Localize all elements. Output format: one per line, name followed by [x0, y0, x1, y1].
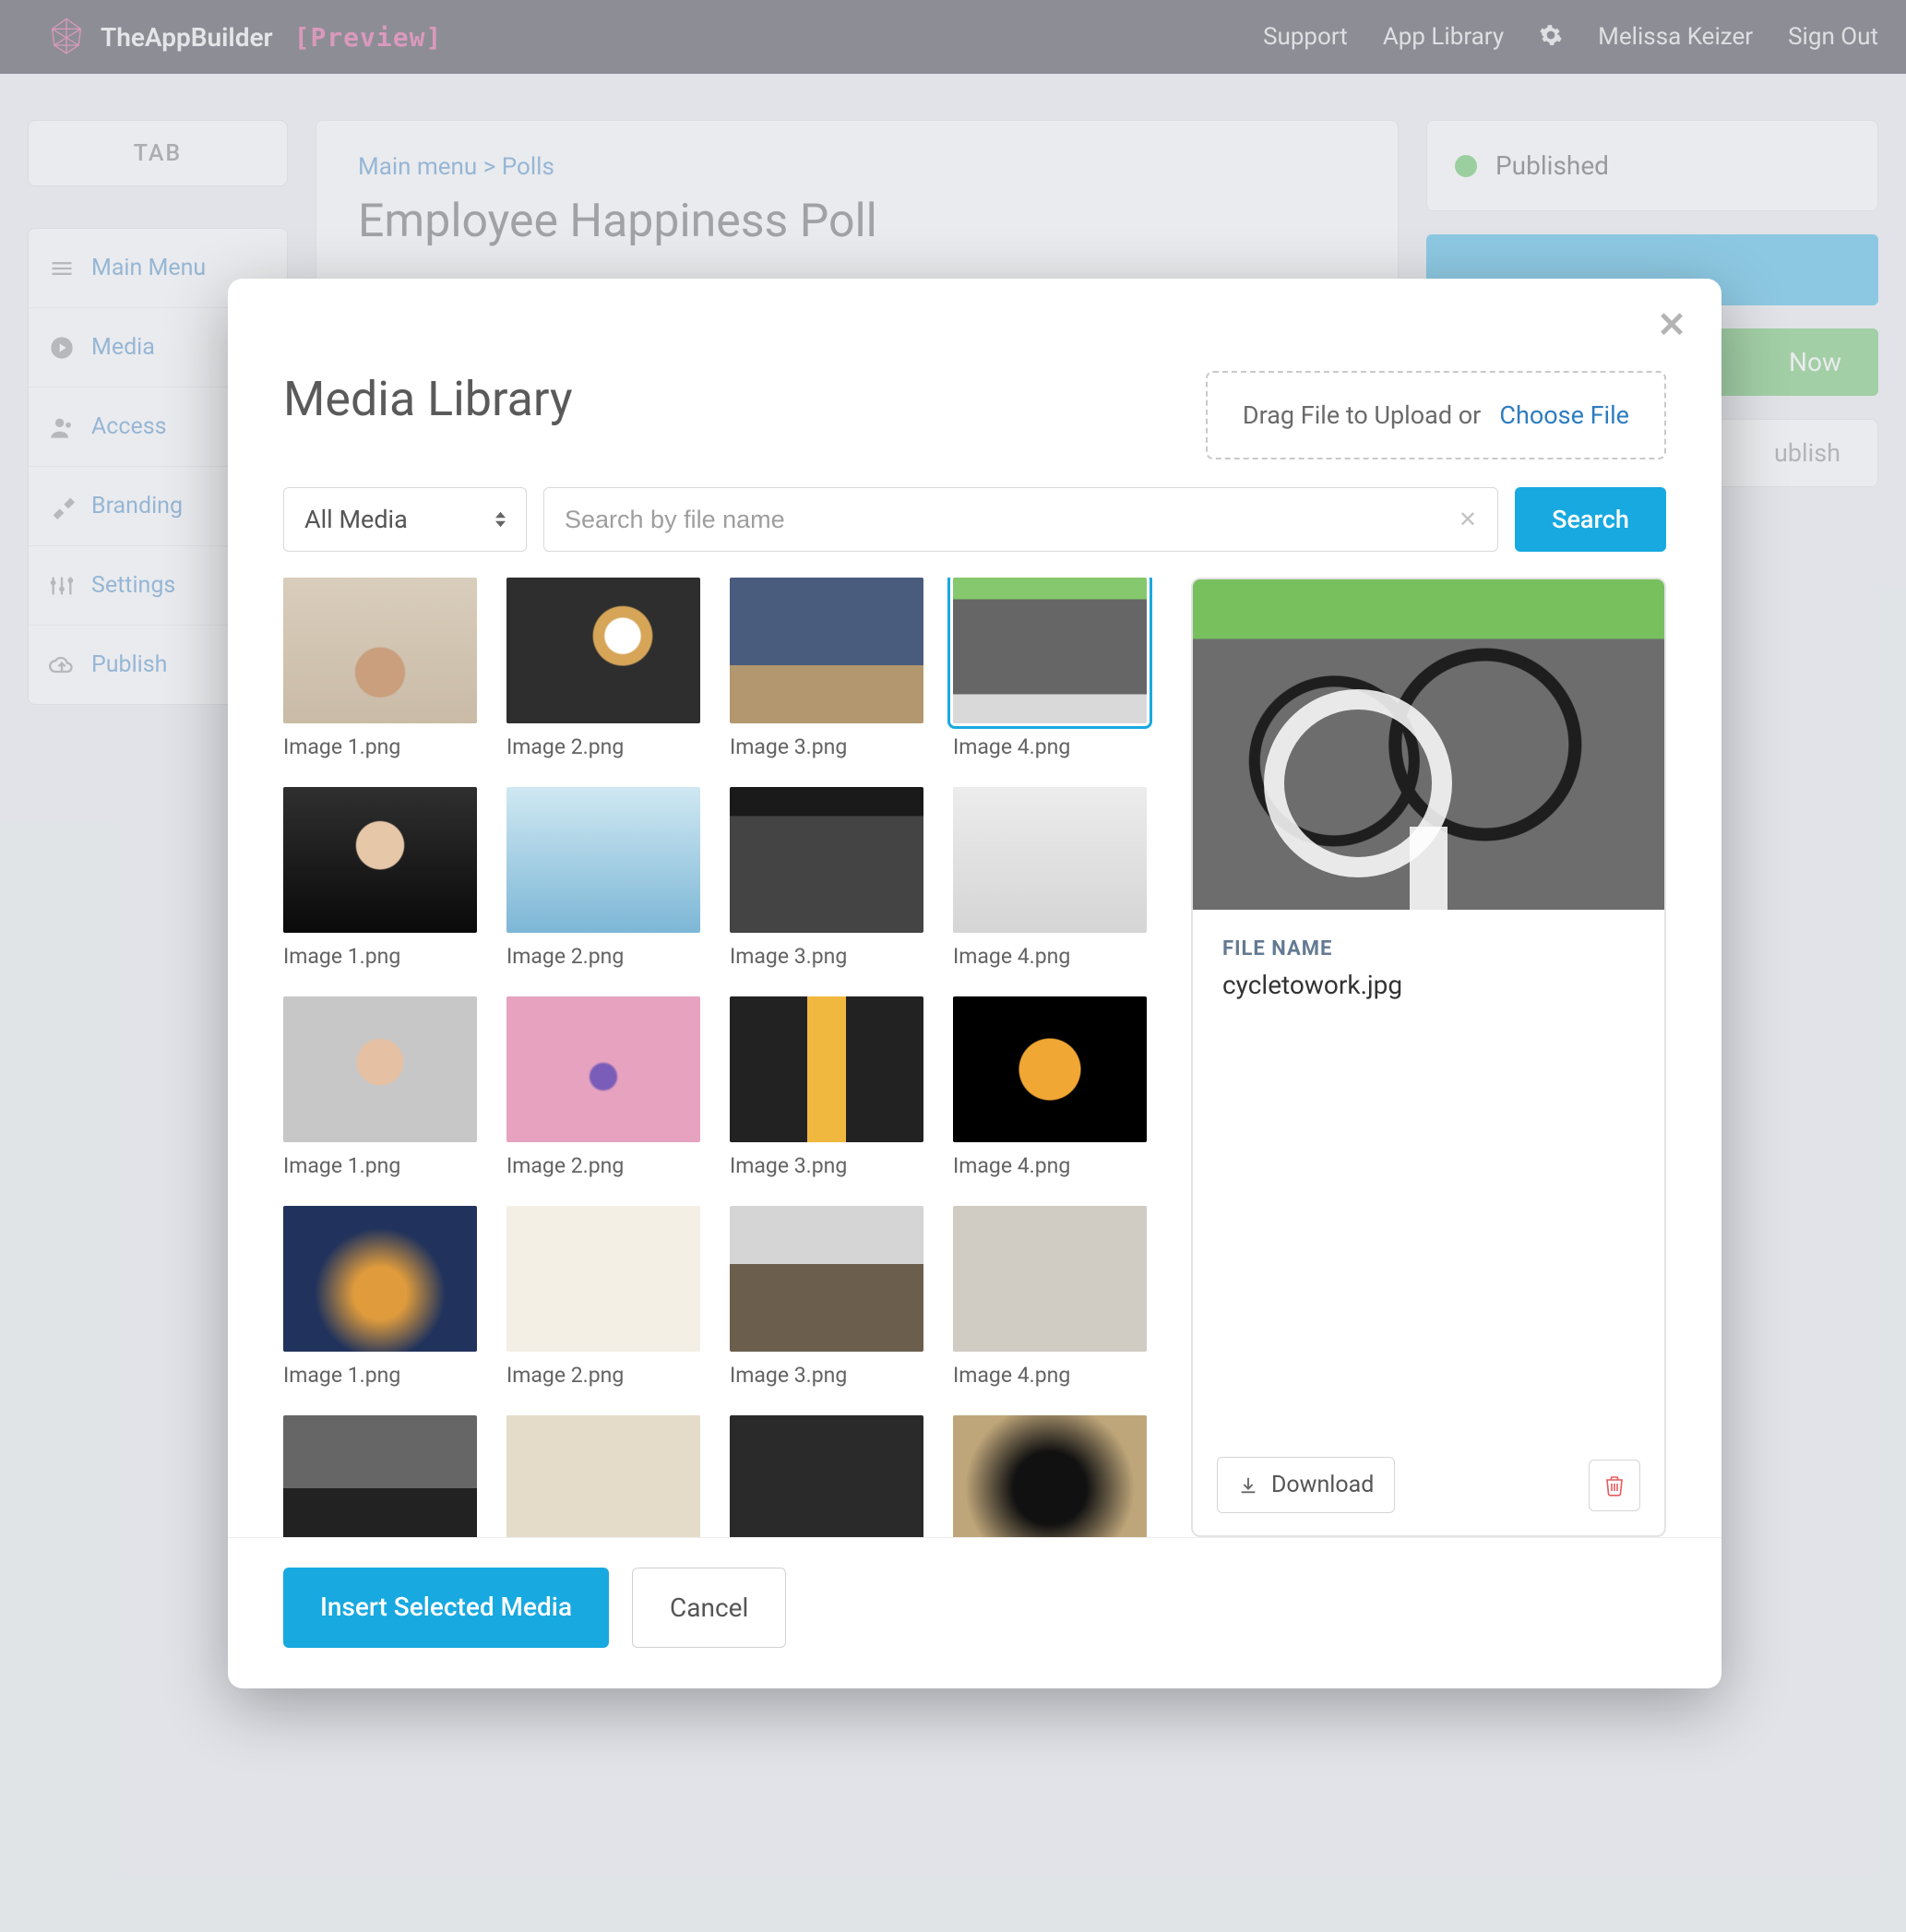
media-item[interactable]: Image 2.png — [506, 1206, 700, 1388]
media-item[interactable]: Image 3.png — [730, 787, 923, 969]
select-arrows-icon — [495, 511, 506, 528]
media-item[interactable]: Image 3.png — [730, 578, 923, 759]
media-thumbnail[interactable] — [730, 1415, 923, 1537]
media-grid: Image 1.png Image 2.png Image 3.png Image 4… — [283, 578, 1147, 1537]
media-caption: Image 4.png — [953, 1153, 1147, 1178]
media-thumbnail[interactable] — [953, 578, 1147, 723]
media-library-modal: ✕ Media Library Drag File to Upload or C… — [228, 279, 1721, 1688]
media-item[interactable] — [283, 1415, 477, 1537]
delete-button[interactable] — [1589, 1460, 1640, 1511]
media-item[interactable]: Image 2.png — [506, 996, 700, 1178]
media-item[interactable] — [953, 1415, 1147, 1537]
media-item[interactable]: Image 1.png — [283, 1206, 477, 1388]
media-thumbnail[interactable] — [506, 787, 700, 933]
media-caption: Image 1.png — [283, 1153, 477, 1178]
media-item[interactable] — [730, 1415, 923, 1537]
media-caption: Image 1.png — [283, 734, 477, 759]
media-caption: Image 3.png — [730, 1363, 923, 1388]
media-item[interactable] — [506, 1415, 700, 1537]
media-thumbnail[interactable] — [506, 1415, 700, 1537]
media-thumbnail[interactable] — [283, 578, 477, 723]
media-item[interactable]: Image 4.png — [953, 787, 1147, 969]
media-caption: Image 1.png — [283, 1363, 477, 1388]
media-caption: Image 2.png — [506, 1363, 700, 1388]
media-item[interactable]: Image 1.png — [283, 787, 477, 969]
detail-preview-image — [1193, 579, 1664, 910]
media-item[interactable]: Image 3.png — [730, 1206, 923, 1388]
media-thumbnail[interactable] — [953, 1415, 1147, 1537]
media-item[interactable]: Image 4.png — [953, 578, 1147, 759]
upload-text: Drag File to Upload or — [1243, 400, 1481, 430]
media-item[interactable]: Image 2.png — [506, 578, 700, 759]
media-caption: Image 3.png — [730, 944, 923, 969]
detail-filename: cycletowork.jpg — [1222, 970, 1635, 1000]
media-thumbnail[interactable] — [506, 1206, 700, 1352]
clear-icon[interactable]: ✕ — [1459, 507, 1477, 532]
media-item[interactable]: Image 1.png — [283, 996, 477, 1178]
cancel-button[interactable]: Cancel — [632, 1568, 786, 1648]
media-thumbnail[interactable] — [730, 578, 923, 723]
download-label: Download — [1271, 1472, 1374, 1498]
media-caption: Image 4.png — [953, 944, 1147, 969]
download-button[interactable]: Download — [1217, 1457, 1395, 1513]
media-filter-select[interactable]: All Media — [283, 487, 527, 552]
filter-selected-value: All Media — [304, 505, 408, 534]
media-item[interactable]: Image 4.png — [953, 996, 1147, 1178]
media-thumbnail[interactable] — [953, 996, 1147, 1142]
media-thumbnail[interactable] — [953, 1206, 1147, 1352]
search-button[interactable]: Search — [1515, 487, 1666, 552]
choose-file-link[interactable]: Choose File — [1499, 400, 1629, 430]
upload-dropzone[interactable]: Drag File to Upload or Choose File — [1206, 371, 1666, 459]
media-thumbnail[interactable] — [953, 787, 1147, 933]
media-thumbnail[interactable] — [283, 1415, 477, 1537]
media-thumbnail[interactable] — [506, 996, 700, 1142]
media-caption: Image 2.png — [506, 734, 700, 759]
media-thumbnail[interactable] — [283, 787, 477, 933]
media-caption: Image 3.png — [730, 1153, 923, 1178]
media-thumbnail[interactable] — [506, 578, 700, 723]
detail-filename-label: FILE NAME — [1222, 937, 1635, 960]
media-thumbnail[interactable] — [730, 996, 923, 1142]
media-thumbnail[interactable] — [730, 787, 923, 933]
media-thumbnail[interactable] — [283, 1206, 477, 1352]
media-thumbnail[interactable] — [730, 1206, 923, 1352]
close-icon[interactable]: ✕ — [1657, 304, 1686, 346]
download-icon — [1238, 1475, 1258, 1496]
media-caption: Image 3.png — [730, 734, 923, 759]
search-input[interactable] — [565, 506, 1477, 534]
media-caption: Image 2.png — [506, 944, 700, 969]
media-caption: Image 1.png — [283, 944, 477, 969]
media-item[interactable]: Image 4.png — [953, 1206, 1147, 1388]
search-wrapper: ✕ — [543, 487, 1498, 552]
media-caption: Image 4.png — [953, 1363, 1147, 1388]
media-caption: Image 2.png — [506, 1153, 700, 1178]
modal-title: Media Library — [283, 371, 573, 427]
trash-icon — [1603, 1474, 1626, 1497]
insert-selected-button[interactable]: Insert Selected Media — [283, 1568, 609, 1648]
media-caption: Image 4.png — [953, 734, 1147, 759]
media-item[interactable]: Image 2.png — [506, 787, 700, 969]
media-item[interactable]: Image 3.png — [730, 996, 923, 1178]
media-thumbnail[interactable] — [283, 996, 477, 1142]
media-item[interactable]: Image 1.png — [283, 578, 477, 759]
media-detail-panel: FILE NAME cycletowork.jpg Download — [1191, 578, 1666, 1537]
